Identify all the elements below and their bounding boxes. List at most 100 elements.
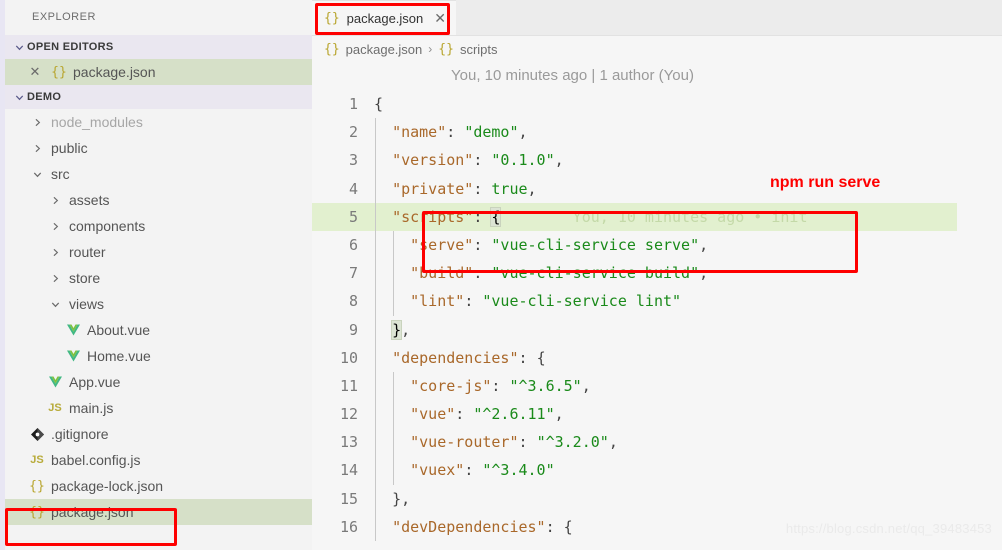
- line-text: "scripts": { You, 10 minutes ago • init: [374, 202, 957, 231]
- section-open-editors[interactable]: OPEN EDITORS: [5, 35, 312, 59]
- chevron-right-icon: ›: [428, 42, 433, 56]
- line-text: "core-js": "^3.6.5",: [374, 371, 1002, 401]
- tree-item-label: node_modules: [51, 114, 143, 130]
- line-text: },: [374, 484, 1002, 513]
- token: "lint": [410, 292, 465, 311]
- open-editor-item-package-json[interactable]: ✕ {} package.json: [5, 59, 312, 85]
- line-text: "vuex": "^3.4.0": [374, 456, 1002, 485]
- line-text: "private": true,: [374, 174, 1002, 203]
- line-text: "dependencies": {: [374, 343, 1002, 372]
- token: "vue": [410, 405, 456, 424]
- token: :: [473, 151, 492, 170]
- close-icon[interactable]: ✕: [25, 64, 45, 80]
- code-line-13[interactable]: 13 "vue-router": "^3.2.0",: [312, 428, 1002, 457]
- indent-guide: [375, 371, 376, 401]
- token: :: [545, 517, 564, 536]
- code-line-14[interactable]: 14 "vuex": "^3.4.0": [312, 456, 1002, 485]
- editor-pane: {} package.json ✕ {} package.json › {} s…: [312, 0, 1002, 550]
- line-number: 12: [339, 405, 358, 424]
- tree-item-node-modules[interactable]: node_modules: [5, 109, 312, 135]
- section-demo[interactable]: DEMO: [5, 85, 312, 109]
- tree-item-main-js[interactable]: JS main.js: [5, 395, 312, 421]
- chevron-right-icon: [45, 195, 65, 206]
- indent-guide: [375, 315, 376, 344]
- tree-item-router[interactable]: router: [5, 239, 312, 265]
- file-tree: node_modulespublic src assets components rou…: [5, 109, 312, 525]
- tree-item-app-vue[interactable]: App.vue: [5, 369, 312, 395]
- code-line-11[interactable]: 11 "core-js": "^3.6.5",: [312, 371, 1002, 401]
- tree-item-views[interactable]: views: [5, 291, 312, 317]
- tree-item-home-vue[interactable]: Home.vue: [5, 343, 312, 369]
- breadcrumb-file[interactable]: package.json: [346, 42, 423, 57]
- code-line-8[interactable]: 8 "lint": "vue-cli-service lint": [312, 287, 1002, 316]
- tree-item-label: router: [69, 244, 106, 260]
- tree-item-about-vue[interactable]: About.vue: [5, 317, 312, 343]
- js-icon: JS: [30, 454, 44, 466]
- tree-item-public[interactable]: public: [5, 135, 312, 161]
- chevron-right-icon: [27, 143, 47, 154]
- chevron-right-icon: [27, 117, 47, 128]
- line-number: 8: [348, 292, 358, 311]
- line-number: 6: [348, 235, 358, 254]
- close-icon[interactable]: ✕: [434, 10, 446, 27]
- chevron-right-icon: [45, 221, 65, 232]
- indent-guide: [375, 343, 376, 372]
- token: :: [464, 292, 483, 311]
- code-editor[interactable]: You, 10 minutes ago | 1 author (You) 1{2…: [312, 62, 1002, 542]
- line-number: 2: [348, 123, 358, 142]
- tab-label: package.json: [346, 10, 424, 26]
- tab-package-json[interactable]: {} package.json ✕: [312, 0, 457, 35]
- tree-item-components[interactable]: components: [5, 213, 312, 239]
- chevron-right-icon: [45, 273, 65, 284]
- tree-item-package-json[interactable]: {} package.json: [5, 499, 312, 525]
- token: "vue-cli-service build": [491, 264, 700, 283]
- token: ,: [518, 123, 528, 142]
- tree-item-src[interactable]: src: [5, 161, 312, 187]
- code-line-3[interactable]: 3 "version": "0.1.0",: [312, 146, 1002, 175]
- token: ,: [699, 264, 709, 283]
- tree-item-label: .gitignore: [51, 426, 109, 442]
- code-line-7[interactable]: 7 "build": "vue-cli-service build",: [312, 259, 1002, 288]
- indent-guide: [393, 400, 394, 429]
- tree-item-assets[interactable]: assets: [5, 187, 312, 213]
- line-text: {: [374, 90, 1002, 118]
- tree-item-store[interactable]: store: [5, 265, 312, 291]
- code-line-4[interactable]: 4 "private": true,: [312, 174, 1002, 203]
- code-line-10[interactable]: 10 "dependencies": {: [312, 343, 1002, 372]
- token: "core-js": [410, 376, 492, 395]
- tree-item-label: store: [69, 270, 101, 286]
- code-line-1[interactable]: 1{: [312, 90, 1002, 118]
- indent-guide: [375, 428, 376, 457]
- line-number: 14: [339, 461, 358, 480]
- indent-guide: [393, 287, 394, 316]
- chevron-down-icon: [27, 169, 47, 180]
- line-number: 11: [339, 376, 358, 395]
- explorer-title: EXPLORER: [32, 11, 96, 23]
- token: :: [455, 405, 474, 424]
- token: {: [536, 348, 546, 367]
- code-line-2[interactable]: 2 "name": "demo",: [312, 118, 1002, 147]
- chevron-down-icon: [11, 92, 27, 103]
- token: ,: [581, 376, 591, 395]
- watermark: https://blog.csdn.net/qq_39483453: [785, 521, 992, 536]
- token: ,: [554, 151, 564, 170]
- breadcrumb-scope[interactable]: scripts: [460, 42, 498, 57]
- tree-item-package-lock-json[interactable]: {} package-lock.json: [5, 473, 312, 499]
- tree-item-babel-config-js[interactable]: JS babel.config.js: [5, 447, 312, 473]
- tree-item-label: package-lock.json: [51, 478, 164, 494]
- code-line-5[interactable]: 5 "scripts": { You, 10 minutes ago • ini…: [312, 202, 957, 231]
- code-line-15[interactable]: 15 },: [312, 484, 1002, 513]
- line-number: 5: [348, 207, 358, 226]
- indent-guide: [375, 287, 376, 316]
- code-line-6[interactable]: 6 "serve": "vue-cli-service serve",: [312, 230, 1002, 260]
- token: "version": [392, 151, 474, 170]
- tree-item-gitignore[interactable]: .gitignore: [5, 421, 312, 447]
- tree-item-label: package.json: [51, 504, 134, 520]
- code-line-12[interactable]: 12 "vue": "^2.6.11",: [312, 400, 1002, 429]
- tree-item-label: public: [51, 140, 88, 156]
- indent-guide: [375, 146, 376, 175]
- code-line-9[interactable]: 9 },: [312, 315, 1002, 344]
- indent-guide: [375, 400, 376, 429]
- token: :: [491, 376, 510, 395]
